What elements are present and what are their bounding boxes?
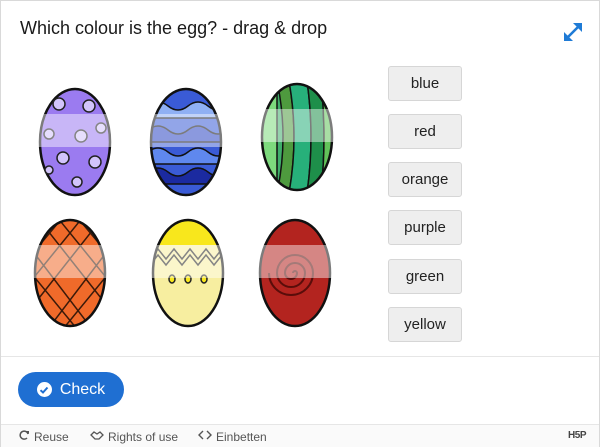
handshake-icon — [90, 429, 104, 444]
reuse-link[interactable]: Reuse — [18, 429, 69, 444]
rights-link[interactable]: Rights of use — [90, 429, 178, 444]
draggable-yellow[interactable]: yellow — [388, 307, 462, 342]
egg-purple[interactable] — [37, 86, 113, 198]
draggable-blue[interactable]: blue — [388, 66, 462, 101]
dropzone-4[interactable] — [32, 245, 108, 278]
egg-red[interactable] — [257, 217, 333, 329]
embed-link[interactable]: Einbetten — [198, 429, 267, 444]
egg-blue[interactable] — [148, 86, 224, 198]
rights-label: Rights of use — [108, 429, 179, 444]
dropzone-1[interactable] — [37, 114, 113, 147]
code-icon — [198, 429, 212, 444]
embed-label: Einbetten — [216, 429, 267, 444]
egg-yellow[interactable] — [150, 217, 226, 329]
fullscreen-icon[interactable] — [560, 19, 586, 45]
reuse-icon — [18, 429, 30, 444]
draggable-purple[interactable]: purple — [388, 210, 462, 245]
check-label: Check — [59, 380, 106, 398]
egg-green[interactable] — [259, 81, 335, 193]
drag-drop-stage: blue red orange purple green yellow — [1, 57, 599, 357]
dropzone-5[interactable] — [150, 245, 226, 278]
egg-orange[interactable] — [32, 217, 108, 329]
dropzone-6[interactable] — [257, 245, 333, 278]
draggable-red[interactable]: red — [388, 114, 462, 149]
task-title: Which colour is the egg? - drag & drop — [20, 18, 328, 38]
draggable-orange[interactable]: orange — [388, 162, 462, 197]
dropzone-2[interactable] — [148, 114, 224, 147]
draggable-green[interactable]: green — [388, 259, 462, 294]
check-button[interactable]: Check — [18, 372, 124, 407]
check-circle-icon — [36, 382, 52, 397]
footer-bar: Reuse Rights of use Einbetten H5P — [1, 424, 599, 447]
h5p-container: Which colour is the egg? - drag & drop b… — [0, 0, 600, 447]
reuse-label: Reuse — [34, 429, 69, 444]
dropzone-3[interactable] — [259, 109, 335, 142]
divider — [1, 356, 599, 357]
h5p-logo[interactable]: H5P — [568, 430, 586, 441]
